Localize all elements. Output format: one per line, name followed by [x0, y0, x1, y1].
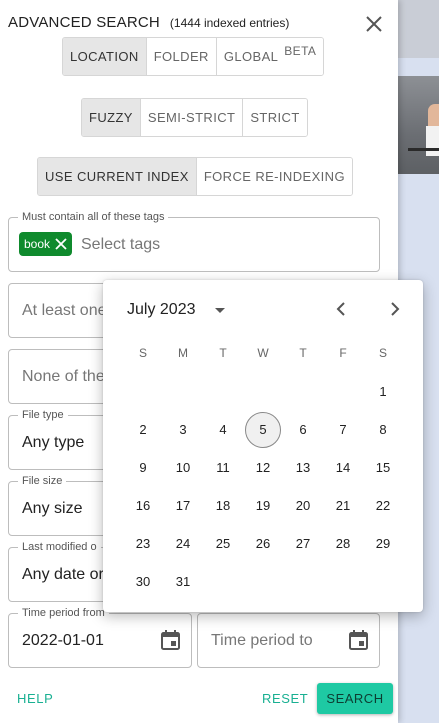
day-cell[interactable]: 20 — [285, 488, 321, 524]
day-cell[interactable]: 30 — [125, 564, 161, 600]
match-mode-toggle: FUZZY SEMI-STRICT STRICT — [81, 98, 308, 137]
calendar-icon[interactable] — [161, 630, 180, 650]
day-cell[interactable]: 24 — [165, 526, 201, 562]
day-cell[interactable]: 21 — [325, 488, 361, 524]
day-cell[interactable]: 28 — [325, 526, 361, 562]
weekday-label: T — [219, 346, 227, 360]
must-contain-tags-field[interactable]: Must contain all of these tags book Sele… — [8, 211, 380, 272]
indexed-entries-count: (1444 indexed entries) — [169, 16, 290, 30]
weekday-label: F — [339, 346, 347, 360]
search-scope-toggle: LOCATION FOLDER GLOBAL BETA — [62, 37, 325, 76]
day-cell[interactable]: 25 — [205, 526, 241, 562]
tag-chip[interactable]: book — [19, 232, 73, 256]
last-modified-label: Last modified o — [18, 541, 101, 553]
last-modified-value: Any date or — [22, 566, 104, 583]
close-icon[interactable] — [364, 14, 384, 34]
day-cell[interactable]: 13 — [285, 450, 321, 486]
file-size-label: File size — [18, 475, 67, 487]
scope-global-button[interactable]: GLOBAL BETA — [216, 38, 324, 75]
background-image — [398, 76, 439, 174]
chevron-right-icon[interactable] — [385, 300, 403, 318]
chevron-left-icon[interactable] — [333, 300, 351, 318]
day-cell[interactable]: 2 — [125, 412, 161, 448]
weekday-label: S — [138, 346, 147, 360]
scope-folder-button[interactable]: FOLDER — [146, 38, 217, 75]
time-period-from-field[interactable]: Time period from 2022-01-01 — [8, 607, 192, 668]
day-cell[interactable]: 7 — [325, 412, 361, 448]
day-cell[interactable]: 26 — [245, 526, 281, 562]
day-cell[interactable]: 6 — [285, 412, 321, 448]
dialog-header: ADVANCED SEARCH (1444 indexed entries) — [8, 14, 289, 31]
search-button[interactable]: SEARCH — [317, 683, 393, 714]
day-cell[interactable]: 31 — [165, 564, 201, 600]
beta-label: BETA — [284, 43, 317, 58]
day-cell[interactable]: 19 — [245, 488, 281, 524]
dialog-title: ADVANCED SEARCH — [8, 14, 160, 31]
scope-location-button[interactable]: LOCATION — [63, 38, 147, 75]
day-cell[interactable]: 10 — [165, 450, 201, 486]
month-label[interactable]: July 2023 — [127, 301, 196, 319]
weekday-label: W — [257, 346, 269, 360]
date-picker-popup: July 2023 SMTWTFS 1 2 3 4 5 6 7 8 9 10 11 12 13 14 15 1… — [103, 280, 423, 612]
match-semi-strict-button[interactable]: SEMI-STRICT — [140, 99, 244, 136]
day-cell[interactable]: 23 — [125, 526, 161, 562]
day-cell[interactable]: 16 — [125, 488, 161, 524]
day-cell[interactable]: 14 — [325, 450, 361, 486]
reset-button[interactable]: RESET — [262, 691, 308, 706]
day-cell-today[interactable]: 5 — [245, 412, 281, 448]
day-cell[interactable]: 9 — [125, 450, 161, 486]
time-period-to-field[interactable]: Time period to — [197, 613, 380, 668]
match-fuzzy-button[interactable]: FUZZY — [82, 99, 141, 136]
at-least-one-placeholder: At least one — [22, 302, 107, 319]
day-cell[interactable]: 12 — [245, 450, 281, 486]
day-cell[interactable]: 1 — [365, 374, 401, 410]
weekday-label: S — [378, 346, 387, 360]
use-current-index-button[interactable]: USE CURRENT INDEX — [38, 158, 197, 195]
day-cell[interactable]: 11 — [205, 450, 241, 486]
must-contain-tags-label: Must contain all of these tags — [18, 211, 169, 223]
day-cell[interactable]: 4 — [205, 412, 241, 448]
weekday-label: T — [299, 346, 307, 360]
file-size-value: Any size — [22, 500, 83, 517]
close-icon[interactable] — [54, 237, 68, 251]
force-reindexing-button[interactable]: FORCE RE-INDEXING — [196, 158, 352, 195]
file-type-label: File type — [18, 409, 68, 421]
day-cell[interactable]: 29 — [365, 526, 401, 562]
day-cell[interactable]: 15 — [365, 450, 401, 486]
weekday-label: M — [178, 346, 188, 360]
day-cell[interactable]: 22 — [365, 488, 401, 524]
select-tags-placeholder: Select tags — [81, 236, 161, 253]
help-button[interactable]: HELP — [17, 691, 53, 706]
day-cell[interactable]: 17 — [165, 488, 201, 524]
day-cell[interactable]: 3 — [165, 412, 201, 448]
day-cell[interactable]: 18 — [205, 488, 241, 524]
caret-down-icon[interactable] — [213, 305, 227, 315]
calendar-icon[interactable] — [349, 630, 368, 650]
match-strict-button[interactable]: STRICT — [243, 99, 307, 136]
day-cell[interactable]: 8 — [365, 412, 401, 448]
day-cell[interactable]: 27 — [285, 526, 321, 562]
time-period-from-label: Time period from — [18, 607, 109, 619]
none-of-placeholder: None of the — [22, 368, 105, 385]
time-period-to-placeholder: Time period to — [211, 632, 313, 649]
tag-chip-label: book — [24, 237, 51, 251]
time-period-from-value: 2022-01-01 — [22, 632, 104, 649]
file-type-value: Any type — [22, 434, 85, 451]
index-mode-toggle: USE CURRENT INDEX FORCE RE-INDEXING — [37, 157, 353, 196]
